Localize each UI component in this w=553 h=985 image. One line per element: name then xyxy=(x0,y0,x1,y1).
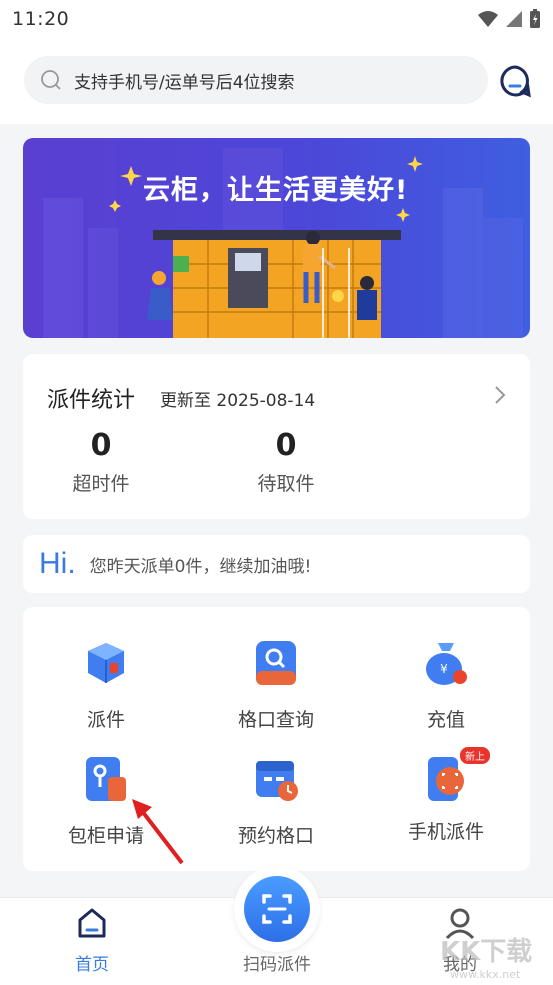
grid-item-label: 格口查询 xyxy=(237,709,314,731)
stat-value: 0 xyxy=(275,428,297,463)
grid-item-label: 派件 xyxy=(86,709,125,731)
delivery-stats-card[interactable]: 派件统计 更新至 2025-08-14 0 超时件 0 待取件 xyxy=(23,354,530,519)
status-icons xyxy=(477,9,541,29)
svg-text:www.kkx.net: www.kkx.net xyxy=(450,968,521,981)
grid-item-label: 充值 xyxy=(426,709,465,731)
grid-item-label: 手机派件 xyxy=(407,821,484,843)
greeting-card: Hi. 您昨天派单0件，继续加油哦! xyxy=(23,535,530,593)
search-icon xyxy=(41,70,61,90)
greeting-hi: Hi. xyxy=(39,547,76,580)
calendar-clock-icon xyxy=(256,761,298,801)
status-bar: 11:20 xyxy=(0,0,553,38)
svg-text:KK下载: KK下载 xyxy=(440,937,532,967)
scan-icon xyxy=(262,894,292,924)
top-bar: 支持手机号/运单号后4位搜索 xyxy=(0,38,553,124)
phone-scan-icon-wrap: 新上 xyxy=(422,747,490,803)
message-icon[interactable] xyxy=(498,64,532,98)
promo-banner[interactable]: 云柜，让生活更美好! xyxy=(23,138,530,338)
home-icon xyxy=(78,908,106,938)
grid-item-label: 预约格口 xyxy=(237,825,314,847)
stats-updated: 更新至 2025-08-14 xyxy=(160,391,316,411)
tab-label: 首页 xyxy=(75,955,109,975)
battery-icon xyxy=(530,9,540,28)
grid-item-recharge[interactable]: ¥ 充值 xyxy=(366,639,526,732)
grid-item-locker-query[interactable]: 格口查询 xyxy=(196,639,356,732)
scan-dispatch-button[interactable] xyxy=(234,866,320,952)
stat-label: 超时件 xyxy=(72,473,130,495)
stats-title: 派件统计 xyxy=(47,388,136,413)
grid-item-dispatch[interactable]: 派件 xyxy=(26,639,186,732)
stat-value: 0 xyxy=(90,428,112,463)
money-bag-icon: ¥ xyxy=(426,643,467,685)
stat-label: 待取件 xyxy=(257,473,315,495)
search-locker-icon xyxy=(256,641,296,685)
wifi-icon xyxy=(478,11,498,27)
search-input[interactable]: 支持手机号/运单号后4位搜索 xyxy=(24,56,488,104)
package-icon xyxy=(88,643,124,683)
chevron-right-icon[interactable] xyxy=(493,384,507,406)
banner-title: 云柜，让生活更美好! xyxy=(143,175,409,206)
search-placeholder: 支持手机号/运单号后4位搜索 xyxy=(74,72,295,93)
stat-pending-pickup[interactable]: 0 待取件 xyxy=(226,428,346,496)
grid-item-reserve-locker[interactable]: 预约格口 xyxy=(196,755,356,848)
svg-text:¥: ¥ xyxy=(440,662,448,676)
scan-button-circle xyxy=(244,876,310,942)
scan-dispatch-label: 扫码派件 xyxy=(243,955,311,975)
pointer-arrow-annotation xyxy=(132,799,184,865)
signal-icon xyxy=(506,11,522,27)
tab-home[interactable]: 首页 xyxy=(32,906,152,975)
stat-overdue[interactable]: 0 超时件 xyxy=(41,428,161,496)
greeting-message: 您昨天派单0件，继续加油哦! xyxy=(89,556,312,577)
key-locker-icon xyxy=(86,757,126,801)
function-grid: 派件 格口查询 ¥ 充值 包柜申请 预约格口 新上 手机派件 xyxy=(23,607,530,871)
new-badge: 新上 xyxy=(460,747,490,764)
grid-item-phone-dispatch[interactable]: 新上 手机派件 xyxy=(366,747,526,844)
status-time: 11:20 xyxy=(12,8,70,30)
watermark-logo: KK下载 www.kkx.net xyxy=(440,937,532,981)
